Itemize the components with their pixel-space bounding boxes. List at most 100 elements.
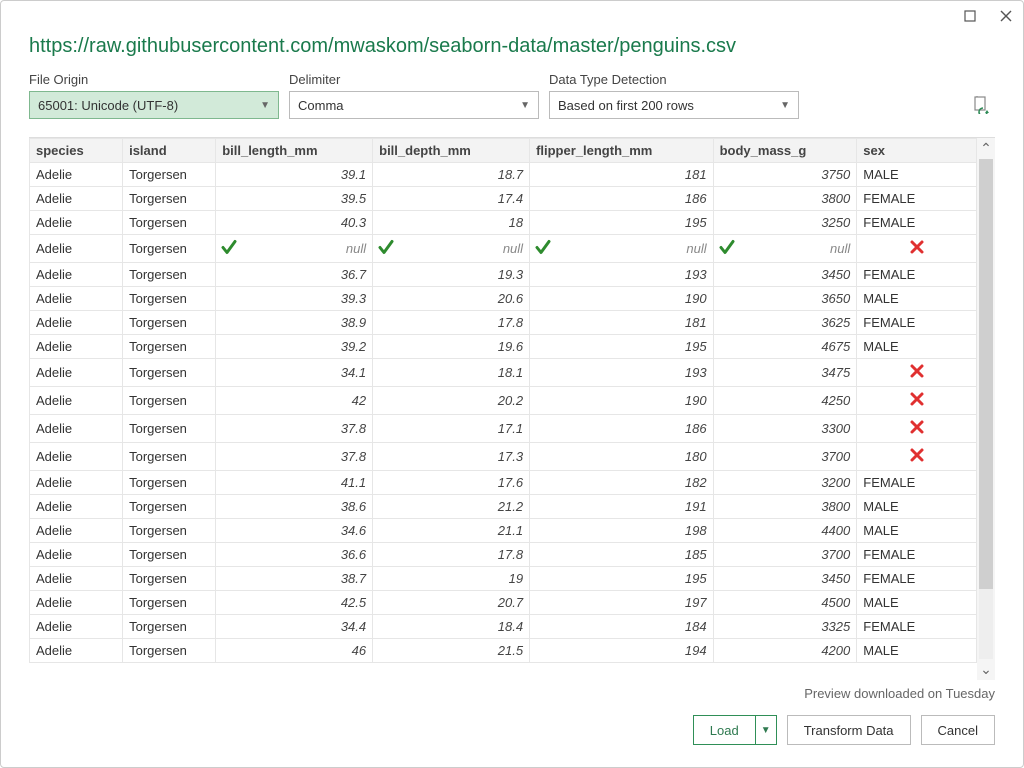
- cell: 186: [530, 187, 714, 211]
- cell: 4500: [713, 591, 857, 615]
- cell: 41.1: [216, 471, 373, 495]
- cell: MALE: [857, 335, 977, 359]
- cell: 21.5: [373, 639, 530, 663]
- cell: Adelie: [30, 591, 123, 615]
- cell: [857, 235, 977, 263]
- cell: 197: [530, 591, 714, 615]
- cell: FEMALE: [857, 311, 977, 335]
- column-header[interactable]: flipper_length_mm: [530, 139, 714, 163]
- check-icon: [718, 238, 736, 259]
- column-header[interactable]: island: [123, 139, 216, 163]
- load-dropdown-button[interactable]: ▼: [755, 715, 777, 745]
- cell: 18.1: [373, 359, 530, 387]
- cancel-button[interactable]: Cancel: [921, 715, 995, 745]
- table-row[interactable]: AdelieTorgersen36.617.81853700FEMALE: [30, 543, 977, 567]
- footer: Preview downloaded on Tuesday Load ▼ Tra…: [29, 680, 995, 749]
- load-button[interactable]: Load: [693, 715, 755, 745]
- cell: Adelie: [30, 567, 123, 591]
- table-row[interactable]: AdelieTorgersen34.118.11933475: [30, 359, 977, 387]
- cell: MALE: [857, 519, 977, 543]
- table-row[interactable]: AdelieTorgersen39.517.41863800FEMALE: [30, 187, 977, 211]
- table-row[interactable]: AdelieTorgersen37.817.11863300: [30, 415, 977, 443]
- chevron-down-icon: ▼: [780, 100, 790, 111]
- column-header[interactable]: species: [30, 139, 123, 163]
- cell: MALE: [857, 495, 977, 519]
- cell: Torgersen: [123, 495, 216, 519]
- cell: 20.7: [373, 591, 530, 615]
- cell: [857, 443, 977, 471]
- table-row[interactable]: AdelieTorgersen38.621.21913800MALE: [30, 495, 977, 519]
- titlebar: [1, 1, 1023, 31]
- column-header[interactable]: body_mass_g: [713, 139, 857, 163]
- cell: Torgersen: [123, 591, 216, 615]
- cell: 195: [530, 335, 714, 359]
- column-header[interactable]: bill_length_mm: [216, 139, 373, 163]
- preview-table: speciesislandbill_length_mmbill_depth_mm…: [29, 138, 977, 663]
- cell: 37.8: [216, 415, 373, 443]
- cell: MALE: [857, 591, 977, 615]
- cell: Adelie: [30, 415, 123, 443]
- scroll-track[interactable]: [979, 159, 993, 659]
- refresh-button[interactable]: [967, 91, 995, 119]
- cell: 19.6: [373, 335, 530, 359]
- cell: FEMALE: [857, 543, 977, 567]
- cell: 46: [216, 639, 373, 663]
- delimiter-dropdown[interactable]: Comma ▼: [289, 91, 539, 119]
- cell: 3700: [713, 443, 857, 471]
- column-header[interactable]: sex: [857, 139, 977, 163]
- x-icon: [909, 419, 925, 438]
- cell: Adelie: [30, 335, 123, 359]
- cell: 17.1: [373, 415, 530, 443]
- table-row[interactable]: AdelieTorgersen40.3181953250FEMALE: [30, 211, 977, 235]
- x-icon: [909, 447, 925, 466]
- maximize-button[interactable]: [961, 7, 979, 25]
- close-button[interactable]: [997, 7, 1015, 25]
- scroll-thumb[interactable]: [979, 159, 993, 589]
- table-row[interactable]: AdelieTorgersen38.917.81813625FEMALE: [30, 311, 977, 335]
- cell: Torgersen: [123, 263, 216, 287]
- column-header[interactable]: bill_depth_mm: [373, 139, 530, 163]
- table-row[interactable]: AdelieTorgersennullnullnullnull: [30, 235, 977, 263]
- table-row[interactable]: AdelieTorgersen39.219.61954675MALE: [30, 335, 977, 359]
- cell: Adelie: [30, 263, 123, 287]
- cell: 3800: [713, 495, 857, 519]
- cell: Torgersen: [123, 415, 216, 443]
- file-origin-dropdown[interactable]: 65001: Unicode (UTF-8) ▼: [29, 91, 279, 119]
- table-row[interactable]: AdelieTorgersen39.118.71813750MALE: [30, 163, 977, 187]
- cell: 4400: [713, 519, 857, 543]
- table-row[interactable]: AdelieTorgersen42.520.71974500MALE: [30, 591, 977, 615]
- detection-dropdown[interactable]: Based on first 200 rows ▼: [549, 91, 799, 119]
- cell: 182: [530, 471, 714, 495]
- cell: null: [373, 235, 530, 263]
- cell: 17.4: [373, 187, 530, 211]
- table-row[interactable]: AdelieTorgersen37.817.31803700: [30, 443, 977, 471]
- table-row[interactable]: AdelieTorgersen36.719.31933450FEMALE: [30, 263, 977, 287]
- transform-button[interactable]: Transform Data: [787, 715, 911, 745]
- cell: Adelie: [30, 235, 123, 263]
- detection-value: Based on first 200 rows: [558, 98, 694, 113]
- vertical-scrollbar[interactable]: ⌃ ⌄: [977, 138, 995, 680]
- cell: 181: [530, 311, 714, 335]
- scroll-up-icon[interactable]: ⌃: [980, 140, 992, 157]
- delimiter-value: Comma: [298, 98, 344, 113]
- table-row[interactable]: AdelieTorgersen4621.51944200MALE: [30, 639, 977, 663]
- cell: 20.6: [373, 287, 530, 311]
- table-row[interactable]: AdelieTorgersen34.621.11984400MALE: [30, 519, 977, 543]
- cell: 3475: [713, 359, 857, 387]
- cell: [857, 359, 977, 387]
- table-row[interactable]: AdelieTorgersen41.117.61823200FEMALE: [30, 471, 977, 495]
- check-icon: [220, 238, 238, 259]
- table-row[interactable]: AdelieTorgersen39.320.61903650MALE: [30, 287, 977, 311]
- cell: 34.1: [216, 359, 373, 387]
- table-row[interactable]: AdelieTorgersen4220.21904250: [30, 387, 977, 415]
- cell: 193: [530, 359, 714, 387]
- cell: Torgersen: [123, 359, 216, 387]
- table-row[interactable]: AdelieTorgersen38.7191953450FEMALE: [30, 567, 977, 591]
- scroll-down-icon[interactable]: ⌄: [980, 661, 992, 678]
- cell: 186: [530, 415, 714, 443]
- options-row: File Origin 65001: Unicode (UTF-8) ▼ Del…: [29, 72, 995, 119]
- check-icon: [534, 238, 552, 259]
- table-row[interactable]: AdelieTorgersen34.418.41843325FEMALE: [30, 615, 977, 639]
- cell: 39.1: [216, 163, 373, 187]
- cell: 198: [530, 519, 714, 543]
